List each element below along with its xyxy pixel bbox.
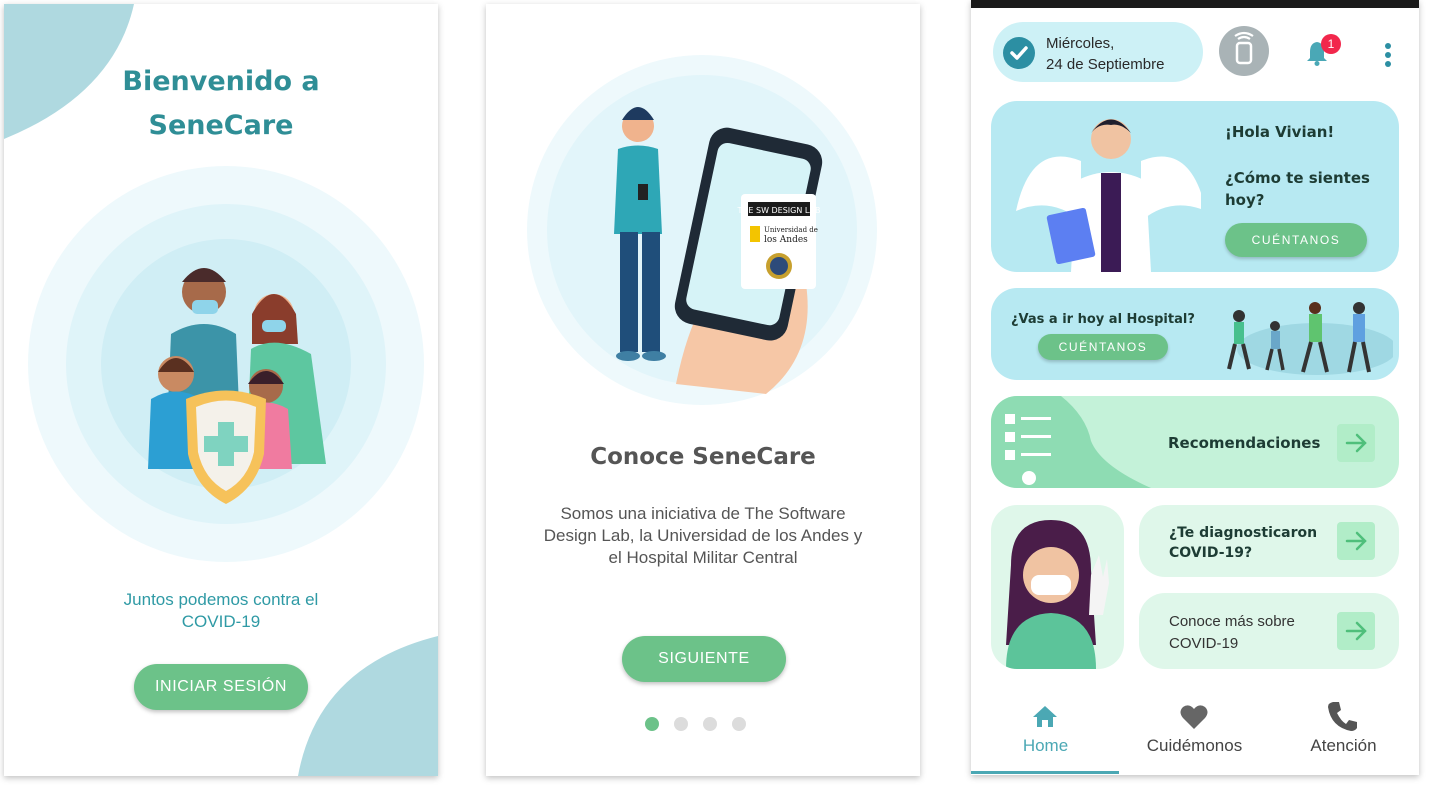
phone-logo-1: THE SW DESIGN LAB xyxy=(736,206,820,215)
date-weekday: Miércoles, xyxy=(1046,35,1115,52)
mask-woman-illustration xyxy=(1006,520,1109,669)
learn-more-line1: Conoce más sobre xyxy=(1169,613,1295,630)
diagnosed-card[interactable]: ¿Te diagnosticaron COVID-19? xyxy=(1139,505,1399,577)
page-dot-3[interactable] xyxy=(703,717,717,731)
next-button[interactable]: SIGUIENTE xyxy=(622,636,786,682)
welcome-title: Bienvenido a SeneCare xyxy=(4,60,438,148)
recommendations-arrow[interactable] xyxy=(1337,424,1375,462)
hospital-tell-us-button[interactable]: CUÉNTANOS xyxy=(1038,334,1168,360)
nav-care[interactable]: Cuidémonos xyxy=(1120,690,1269,775)
welcome-title-line1: Bienvenido a xyxy=(122,66,320,97)
nav-attention-label: Atención xyxy=(1310,736,1377,755)
diagnosed-arrow[interactable] xyxy=(1337,522,1375,560)
greeting-text: ¡Hola Vivian! xyxy=(1225,123,1335,141)
date-day-month: 24 de Septiembre xyxy=(1046,56,1165,73)
checklist-illustration xyxy=(991,396,1151,488)
greeting-card: ¡Hola Vivian! ¿Cómo te sientes hoy? CUÉN… xyxy=(991,101,1399,272)
hospital-card: ¿Vas a ir hoy al Hospital? CUÉNTANOS xyxy=(991,288,1399,380)
date-pill: Miércoles, 24 de Septiembre xyxy=(993,22,1203,82)
learn-more-text: Conoce más sobre COVID-19 xyxy=(1169,611,1295,655)
nav-attention[interactable]: Atención xyxy=(1269,690,1418,775)
intro-screen: THE SW DESIGN LAB Universidad de los And… xyxy=(486,4,920,776)
doctor-angel-illustration xyxy=(1016,119,1201,272)
status-bar xyxy=(971,0,1419,8)
phone-logo-2a: Universidad de xyxy=(764,226,818,234)
learn-more-arrow[interactable] xyxy=(1337,612,1375,650)
diagnosed-line2: COVID-19? xyxy=(1169,545,1253,561)
welcome-screen: Bienvenido a SeneCare Juntos podemos con… xyxy=(4,4,438,776)
page-dot-1[interactable] xyxy=(645,717,659,731)
recommendations-card[interactable]: Recomendaciones xyxy=(991,396,1399,488)
arrow-right-icon xyxy=(1345,531,1367,551)
nav-care-label: Cuidémonos xyxy=(1146,736,1243,755)
wearable-icon xyxy=(1234,31,1254,65)
phone-icon xyxy=(1328,702,1357,731)
arrow-right-icon xyxy=(1345,433,1367,453)
learn-more-line2: COVID-19 xyxy=(1169,635,1239,652)
hospital-question: ¿Vas a ir hoy al Hospital? xyxy=(1011,312,1195,327)
welcome-subtitle: Juntos podemos contra el COVID-19 xyxy=(84,589,358,633)
welcome-subtitle-line2: COVID-19 xyxy=(181,612,261,631)
intro-description-line2: Design Lab, la Universidad de los Andes … xyxy=(543,526,863,545)
welcome-subtitle-line1: Juntos podemos contra el xyxy=(123,590,319,609)
phone-logo-2b: los Andes xyxy=(764,235,808,245)
wearable-button[interactable] xyxy=(1219,26,1269,76)
feeling-question-line1: ¿Cómo te sientes xyxy=(1225,169,1370,187)
page-dot-4[interactable] xyxy=(732,717,746,731)
page-indicator xyxy=(645,717,746,731)
family-shield-illustration xyxy=(28,166,424,562)
bottom-nav: Home Cuidémonos Atención xyxy=(971,690,1419,775)
intro-illustration: THE SW DESIGN LAB Universidad de los And… xyxy=(527,55,877,405)
intro-title: Conoce SeneCare xyxy=(590,444,816,470)
diagnosed-line1: ¿Te diagnosticaron xyxy=(1169,525,1318,541)
home-icon xyxy=(1033,706,1057,727)
recommendations-label: Recomendaciones xyxy=(1168,434,1321,452)
welcome-title-line2: SeneCare xyxy=(148,110,294,141)
page-dot-2[interactable] xyxy=(674,717,688,731)
nav-home-label: Home xyxy=(1022,736,1069,755)
bottom-right-blob xyxy=(298,636,438,776)
feeling-question-line2: hoy? xyxy=(1225,191,1265,209)
feeling-question: ¿Cómo te sientes hoy? xyxy=(1225,167,1370,211)
date-text: Miércoles, 24 de Septiembre xyxy=(1046,33,1164,75)
learn-more-card[interactable]: Conoce más sobre COVID-19 xyxy=(1139,593,1399,669)
arrow-right-icon xyxy=(1345,621,1367,641)
login-button[interactable]: INICIAR SESIÓN xyxy=(134,664,308,710)
intro-description-line3: el Hospital Militar Central xyxy=(608,548,798,567)
intro-description: Somos una iniciativa de The Software Des… xyxy=(522,503,884,569)
tell-us-button[interactable]: CUÉNTANOS xyxy=(1225,223,1367,257)
home-screen: Miércoles, 24 de Septiembre 1 ¡Hola Vivi… xyxy=(971,0,1419,775)
notification-badge: 1 xyxy=(1321,34,1341,54)
check-icon xyxy=(1003,37,1035,69)
diagnosed-question: ¿Te diagnosticaron COVID-19? xyxy=(1169,523,1317,563)
intro-description-line1: Somos una iniciativa de The Software xyxy=(560,504,846,523)
mask-woman-card xyxy=(991,505,1124,669)
walking-people-illustration xyxy=(1227,302,1393,375)
nav-active-indicator xyxy=(971,771,1119,774)
nav-home[interactable]: Home xyxy=(971,690,1120,775)
more-options-icon[interactable] xyxy=(1384,42,1392,68)
heart-icon xyxy=(1180,705,1208,729)
